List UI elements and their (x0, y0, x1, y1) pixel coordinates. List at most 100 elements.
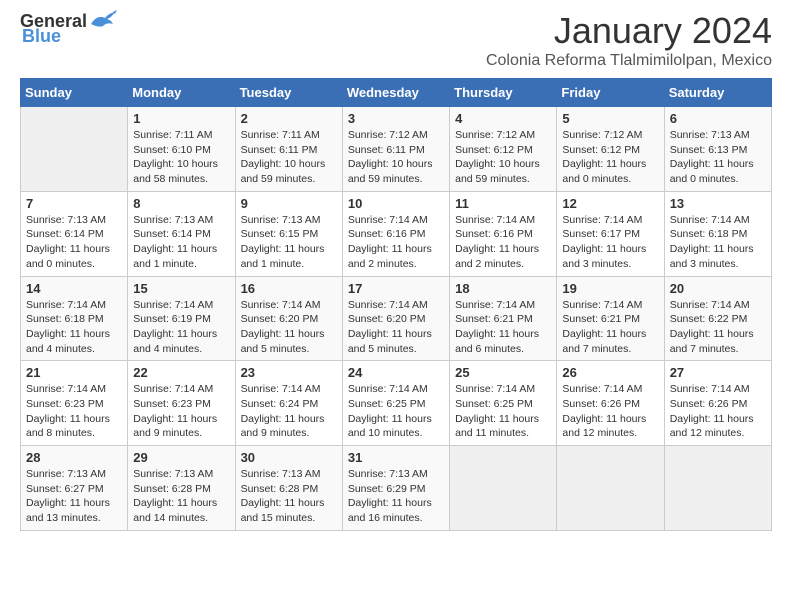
day-number: 24 (348, 365, 444, 380)
page-header: General Blue January 2024 Colonia Reform… (20, 10, 772, 70)
day-info: Sunrise: 7:11 AM Sunset: 6:10 PM Dayligh… (133, 128, 229, 187)
calendar-cell: 6 Sunrise: 7:13 AM Sunset: 6:13 PM Daylig… (664, 107, 771, 192)
day-number: 4 (455, 111, 551, 126)
day-number: 5 (562, 111, 658, 126)
calendar-cell: 10 Sunrise: 7:14 AM Sunset: 6:16 PM Dayli… (342, 191, 449, 276)
calendar-cell: 20Sunrise: 7:14 AM Sunset: 6:22 PM Dayli… (664, 276, 771, 361)
day-info: Sunrise: 7:13 AM Sunset: 6:29 PM Dayligh… (348, 467, 444, 526)
day-number: 10 (348, 196, 444, 211)
day-info: Sunrise: 7:14 AM Sunset: 6:25 PM Dayligh… (455, 382, 551, 441)
day-info: Sunrise: 7:12 AM Sunset: 6:12 PM Dayligh… (455, 128, 551, 187)
day-info: Sunrise: 7:12 AM Sunset: 6:11 PM Dayligh… (348, 128, 444, 187)
day-info: Sunrise: 7:14 AM Sunset: 6:20 PM Dayligh… (241, 298, 337, 357)
day-number: 31 (348, 450, 444, 465)
calendar-title: January 2024 (486, 10, 772, 52)
day-info: Sunrise: 7:13 AM Sunset: 6:28 PM Dayligh… (133, 467, 229, 526)
day-number: 14 (26, 281, 122, 296)
calendar-cell: 12 Sunrise: 7:14 AM Sunset: 6:17 PM Dayli… (557, 191, 664, 276)
calendar-subtitle: Colonia Reforma Tlalmimilolpan, Mexico (486, 52, 772, 70)
day-number: 11 (455, 196, 551, 211)
calendar-cell (21, 107, 128, 192)
day-number: 21 (26, 365, 122, 380)
day-info: Sunrise: 7:14 AM Sunset: 6:19 PM Dayligh… (133, 298, 229, 357)
day-info: Sunrise: 7:12 AM Sunset: 6:12 PM Dayligh… (562, 128, 658, 187)
day-info: Sunrise: 7:14 AM Sunset: 6:24 PM Dayligh… (241, 382, 337, 441)
day-number: 25 (455, 365, 551, 380)
day-info: Sunrise: 7:14 AM Sunset: 6:25 PM Dayligh… (348, 382, 444, 441)
calendar-week-row: 21 Sunrise: 7:14 AM Sunset: 6:23 PM Dayli… (21, 361, 772, 446)
day-number: 7 (26, 196, 122, 211)
day-info: Sunrise: 7:14 AM Sunset: 6:21 PM Dayligh… (562, 298, 658, 357)
calendar-cell: 7 Sunrise: 7:13 AM Sunset: 6:14 PM Daylig… (21, 191, 128, 276)
day-number: 2 (241, 111, 337, 126)
day-info: Sunrise: 7:14 AM Sunset: 6:22 PM Dayligh… (670, 298, 766, 357)
day-number: 6 (670, 111, 766, 126)
day-number: 12 (562, 196, 658, 211)
calendar-cell: 23 Sunrise: 7:14 AM Sunset: 6:24 PM Dayli… (235, 361, 342, 446)
calendar-cell: 29 Sunrise: 7:13 AM Sunset: 6:28 PM Dayli… (128, 446, 235, 531)
calendar-cell (450, 446, 557, 531)
day-number: 3 (348, 111, 444, 126)
calendar-cell: 17 Sunrise: 7:14 AM Sunset: 6:20 PM Dayli… (342, 276, 449, 361)
day-number: 30 (241, 450, 337, 465)
day-number: 9 (241, 196, 337, 211)
calendar-cell (664, 446, 771, 531)
day-of-week-header: Saturday (664, 79, 771, 107)
day-number: 15 (133, 281, 229, 296)
calendar-cell: 1 Sunrise: 7:11 AM Sunset: 6:10 PM Daylig… (128, 107, 235, 192)
day-number: 1 (133, 111, 229, 126)
calendar-week-row: 14 Sunrise: 7:14 AM Sunset: 6:18 PM Dayli… (21, 276, 772, 361)
day-of-week-header: Sunday (21, 79, 128, 107)
day-info: Sunrise: 7:14 AM Sunset: 6:26 PM Dayligh… (562, 382, 658, 441)
day-info: Sunrise: 7:13 AM Sunset: 6:14 PM Dayligh… (133, 213, 229, 272)
calendar-cell: 2 Sunrise: 7:11 AM Sunset: 6:11 PM Daylig… (235, 107, 342, 192)
day-info: Sunrise: 7:14 AM Sunset: 6:23 PM Dayligh… (133, 382, 229, 441)
day-info: Sunrise: 7:14 AM Sunset: 6:21 PM Dayligh… (455, 298, 551, 357)
day-info: Sunrise: 7:13 AM Sunset: 6:27 PM Dayligh… (26, 467, 122, 526)
logo: General Blue (20, 10, 117, 47)
calendar-cell: 21 Sunrise: 7:14 AM Sunset: 6:23 PM Dayli… (21, 361, 128, 446)
day-info: Sunrise: 7:11 AM Sunset: 6:11 PM Dayligh… (241, 128, 337, 187)
day-info: Sunrise: 7:13 AM Sunset: 6:28 PM Dayligh… (241, 467, 337, 526)
day-number: 27 (670, 365, 766, 380)
calendar-cell: 16 Sunrise: 7:14 AM Sunset: 6:20 PM Dayli… (235, 276, 342, 361)
calendar-cell: 27 Sunrise: 7:14 AM Sunset: 6:26 PM Dayli… (664, 361, 771, 446)
calendar-cell: 25 Sunrise: 7:14 AM Sunset: 6:25 PM Dayli… (450, 361, 557, 446)
calendar-cell: 5 Sunrise: 7:12 AM Sunset: 6:12 PM Daylig… (557, 107, 664, 192)
day-info: Sunrise: 7:14 AM Sunset: 6:23 PM Dayligh… (26, 382, 122, 441)
calendar-cell: 9Sunrise: 7:13 AM Sunset: 6:15 PM Daylig… (235, 191, 342, 276)
day-info: Sunrise: 7:14 AM Sunset: 6:26 PM Dayligh… (670, 382, 766, 441)
calendar-table: SundayMondayTuesdayWednesdayThursdayFrid… (20, 78, 772, 531)
calendar-cell: 18 Sunrise: 7:14 AM Sunset: 6:21 PM Dayli… (450, 276, 557, 361)
day-number: 13 (670, 196, 766, 211)
day-number: 16 (241, 281, 337, 296)
day-info: Sunrise: 7:13 AM Sunset: 6:14 PM Dayligh… (26, 213, 122, 272)
day-info: Sunrise: 7:13 AM Sunset: 6:13 PM Dayligh… (670, 128, 766, 187)
day-number: 23 (241, 365, 337, 380)
calendar-cell: 24 Sunrise: 7:14 AM Sunset: 6:25 PM Dayli… (342, 361, 449, 446)
calendar-cell: 26 Sunrise: 7:14 AM Sunset: 6:26 PM Dayli… (557, 361, 664, 446)
day-info: Sunrise: 7:14 AM Sunset: 6:17 PM Dayligh… (562, 213, 658, 272)
day-info: Sunrise: 7:14 AM Sunset: 6:18 PM Dayligh… (26, 298, 122, 357)
calendar-cell: 15 Sunrise: 7:14 AM Sunset: 6:19 PM Dayli… (128, 276, 235, 361)
day-of-week-header: Thursday (450, 79, 557, 107)
calendar-cell: 19 Sunrise: 7:14 AM Sunset: 6:21 PM Dayli… (557, 276, 664, 361)
calendar-cell: 22 Sunrise: 7:14 AM Sunset: 6:23 PM Dayli… (128, 361, 235, 446)
day-number: 17 (348, 281, 444, 296)
day-info: Sunrise: 7:14 AM Sunset: 6:20 PM Dayligh… (348, 298, 444, 357)
calendar-cell: 30 Sunrise: 7:13 AM Sunset: 6:28 PM Dayli… (235, 446, 342, 531)
day-number: 29 (133, 450, 229, 465)
calendar-week-row: 28Sunrise: 7:13 AM Sunset: 6:27 PM Dayli… (21, 446, 772, 531)
calendar-cell: 28Sunrise: 7:13 AM Sunset: 6:27 PM Dayli… (21, 446, 128, 531)
day-number: 22 (133, 365, 229, 380)
calendar-cell: 13Sunrise: 7:14 AM Sunset: 6:18 PM Dayli… (664, 191, 771, 276)
calendar-cell: 3 Sunrise: 7:12 AM Sunset: 6:11 PM Daylig… (342, 107, 449, 192)
day-number: 18 (455, 281, 551, 296)
day-of-week-header: Wednesday (342, 79, 449, 107)
day-info: Sunrise: 7:14 AM Sunset: 6:16 PM Dayligh… (348, 213, 444, 272)
day-number: 19 (562, 281, 658, 296)
calendar-header-row: SundayMondayTuesdayWednesdayThursdayFrid… (21, 79, 772, 107)
day-number: 26 (562, 365, 658, 380)
calendar-cell: 31 Sunrise: 7:13 AM Sunset: 6:29 PM Dayli… (342, 446, 449, 531)
calendar-cell (557, 446, 664, 531)
